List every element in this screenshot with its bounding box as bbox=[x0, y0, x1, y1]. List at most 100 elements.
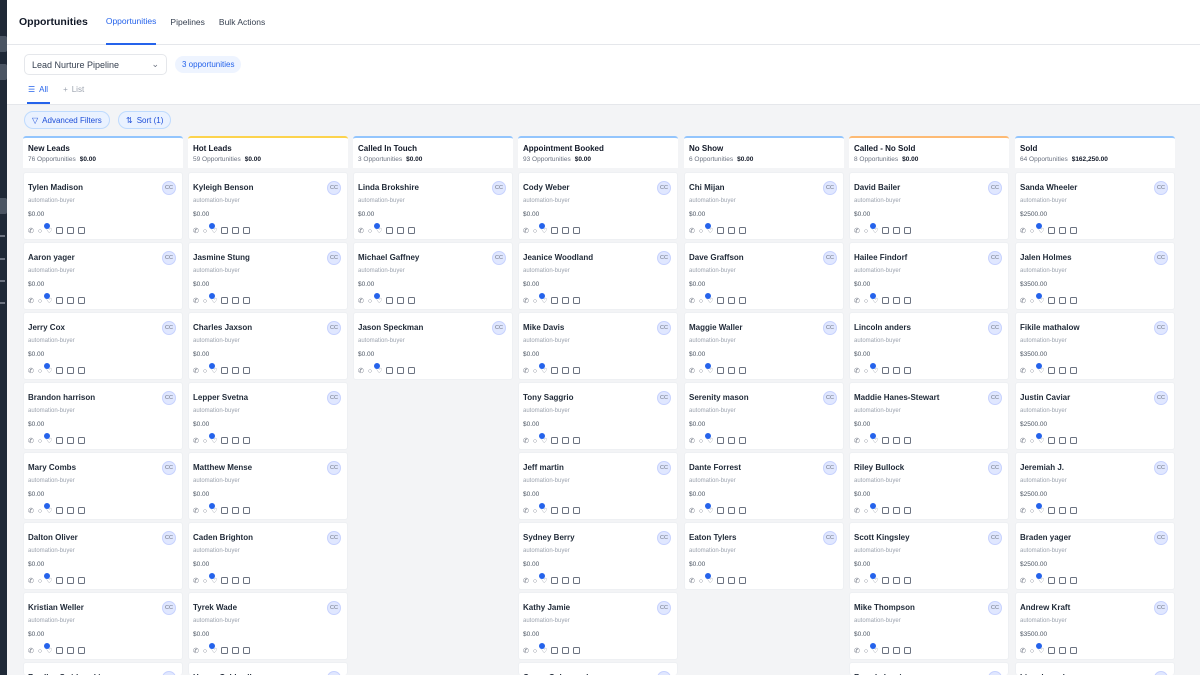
assignee-avatar[interactable]: CC bbox=[988, 181, 1002, 195]
opportunity-card[interactable]: Lincoln anders automation-buyer $0.00 CC ✆ ○ ♡ bbox=[849, 312, 1009, 380]
document-icon[interactable] bbox=[1048, 296, 1056, 307]
assignee-avatar[interactable]: CC bbox=[162, 671, 176, 675]
phone-icon[interactable]: ✆ bbox=[193, 647, 199, 656]
checkbox-icon[interactable] bbox=[728, 366, 736, 377]
checkbox-icon[interactable] bbox=[893, 366, 901, 377]
calendar-icon[interactable] bbox=[78, 436, 86, 447]
opportunity-card[interactable]: Jerry Cox automation-buyer $0.00 CC ✆ ○ ♡ bbox=[23, 312, 183, 380]
sidebar-nav-item[interactable] bbox=[0, 36, 7, 52]
calendar-icon[interactable] bbox=[1070, 576, 1078, 587]
phone-icon[interactable]: ✆ bbox=[28, 507, 34, 516]
document-icon[interactable] bbox=[717, 296, 725, 307]
calendar-icon[interactable] bbox=[78, 296, 86, 307]
calendar-icon[interactable] bbox=[243, 646, 251, 657]
tag-icon[interactable]: ♡ bbox=[870, 433, 878, 446]
document-icon[interactable] bbox=[551, 576, 559, 587]
calendar-icon[interactable] bbox=[1070, 296, 1078, 307]
opportunity-card[interactable]: Hailee Findorf automation-buyer $0.00 CC ✆ ○ ♡ bbox=[849, 242, 1009, 310]
checkbox-icon[interactable] bbox=[728, 296, 736, 307]
phone-icon[interactable]: ✆ bbox=[523, 227, 529, 236]
chat-icon[interactable]: ○ bbox=[203, 367, 207, 376]
opportunity-card[interactable]: Linda Brokshire automation-buyer $0.00 CC ✆ ○… bbox=[353, 172, 513, 240]
tag-icon[interactable]: ♡ bbox=[209, 293, 217, 306]
assignee-avatar[interactable]: CC bbox=[327, 181, 341, 195]
document-icon[interactable] bbox=[551, 366, 559, 377]
document-icon[interactable] bbox=[1048, 226, 1056, 237]
document-icon[interactable] bbox=[221, 646, 229, 657]
calendar-icon[interactable] bbox=[739, 366, 747, 377]
phone-icon[interactable]: ✆ bbox=[1020, 367, 1026, 376]
assignee-avatar[interactable]: CC bbox=[162, 181, 176, 195]
tag-icon[interactable]: ♡ bbox=[209, 223, 217, 236]
chat-icon[interactable]: ○ bbox=[699, 577, 703, 586]
opportunity-card[interactable]: Serenity mason automation-buyer $0.00 CC ✆ ○ ♡ bbox=[684, 382, 844, 450]
opportunity-card[interactable]: Jason Speckman automation-buyer $0.00 CC ✆ ○ ♡ bbox=[353, 312, 513, 380]
assignee-avatar[interactable]: CC bbox=[657, 391, 671, 405]
calendar-icon[interactable] bbox=[243, 226, 251, 237]
calendar-icon[interactable] bbox=[1070, 506, 1078, 517]
chat-icon[interactable]: ○ bbox=[533, 437, 537, 446]
tag-icon[interactable]: ♡ bbox=[44, 223, 52, 236]
opportunity-card[interactable]: Andrew Kraft automation-buyer $3500.00 CC ✆ ○… bbox=[1015, 592, 1175, 660]
assignee-avatar[interactable]: CC bbox=[823, 321, 837, 335]
phone-icon[interactable]: ✆ bbox=[689, 367, 695, 376]
opportunity-card[interactable]: Maggie Waller automation-buyer $0.00 CC ✆ ○ ♡ bbox=[684, 312, 844, 380]
document-icon[interactable] bbox=[717, 576, 725, 587]
document-icon[interactable] bbox=[221, 366, 229, 377]
assignee-avatar[interactable]: CC bbox=[327, 391, 341, 405]
tag-icon[interactable]: ♡ bbox=[374, 223, 382, 236]
chat-icon[interactable]: ○ bbox=[1030, 577, 1034, 586]
tab-opportunities[interactable]: Opportunities bbox=[105, 0, 157, 45]
chat-icon[interactable]: ○ bbox=[203, 227, 207, 236]
assignee-avatar[interactable]: CC bbox=[823, 181, 837, 195]
document-icon[interactable] bbox=[221, 436, 229, 447]
checkbox-icon[interactable] bbox=[67, 506, 75, 517]
phone-icon[interactable]: ✆ bbox=[854, 297, 860, 306]
document-icon[interactable] bbox=[1048, 366, 1056, 377]
tag-icon[interactable]: ♡ bbox=[374, 293, 382, 306]
calendar-icon[interactable] bbox=[78, 226, 86, 237]
calendar-icon[interactable] bbox=[573, 646, 581, 657]
tag-icon[interactable]: ♡ bbox=[1036, 433, 1044, 446]
checkbox-icon[interactable] bbox=[67, 576, 75, 587]
checkbox-icon[interactable] bbox=[1059, 576, 1067, 587]
opportunity-card[interactable]: David Bailer automation-buyer $0.00 CC ✆ ○ ♡ bbox=[849, 172, 1009, 240]
checkbox-icon[interactable] bbox=[1059, 226, 1067, 237]
chat-icon[interactable]: ○ bbox=[1030, 507, 1034, 516]
calendar-icon[interactable] bbox=[573, 226, 581, 237]
opportunity-card[interactable]: Jeremiah J. automation-buyer $2500.00 CC ✆ ○ ♡ bbox=[1015, 452, 1175, 520]
tag-icon[interactable]: ♡ bbox=[209, 363, 217, 376]
document-icon[interactable] bbox=[1048, 646, 1056, 657]
checkbox-icon[interactable] bbox=[728, 436, 736, 447]
document-icon[interactable] bbox=[717, 226, 725, 237]
calendar-icon[interactable] bbox=[573, 506, 581, 517]
opportunity-card[interactable]: Dave Graffson automation-buyer $0.00 CC ✆ ○ ♡ bbox=[684, 242, 844, 310]
tag-icon[interactable]: ♡ bbox=[870, 503, 878, 516]
document-icon[interactable] bbox=[551, 226, 559, 237]
tag-icon[interactable]: ♡ bbox=[539, 223, 547, 236]
calendar-icon[interactable] bbox=[904, 646, 912, 657]
checkbox-icon[interactable] bbox=[893, 296, 901, 307]
calendar-icon[interactable] bbox=[739, 436, 747, 447]
phone-icon[interactable]: ✆ bbox=[28, 227, 34, 236]
calendar-icon[interactable] bbox=[243, 506, 251, 517]
document-icon[interactable] bbox=[56, 366, 64, 377]
document-icon[interactable] bbox=[551, 296, 559, 307]
phone-icon[interactable]: ✆ bbox=[523, 297, 529, 306]
phone-icon[interactable]: ✆ bbox=[193, 367, 199, 376]
tag-icon[interactable]: ♡ bbox=[1036, 503, 1044, 516]
sidebar-nav-item[interactable] bbox=[0, 64, 7, 80]
assignee-avatar[interactable]: CC bbox=[327, 601, 341, 615]
calendar-icon[interactable] bbox=[904, 576, 912, 587]
assignee-avatar[interactable]: CC bbox=[988, 321, 1002, 335]
assignee-avatar[interactable]: CC bbox=[988, 461, 1002, 475]
phone-icon[interactable]: ✆ bbox=[358, 297, 364, 306]
assignee-avatar[interactable]: CC bbox=[1154, 601, 1168, 615]
tag-icon[interactable]: ♡ bbox=[870, 293, 878, 306]
sidebar-nav-item[interactable] bbox=[0, 198, 7, 214]
calendar-icon[interactable] bbox=[78, 506, 86, 517]
chat-icon[interactable]: ○ bbox=[699, 297, 703, 306]
assignee-avatar[interactable]: CC bbox=[162, 321, 176, 335]
assignee-avatar[interactable]: CC bbox=[657, 601, 671, 615]
chat-icon[interactable]: ○ bbox=[38, 367, 42, 376]
